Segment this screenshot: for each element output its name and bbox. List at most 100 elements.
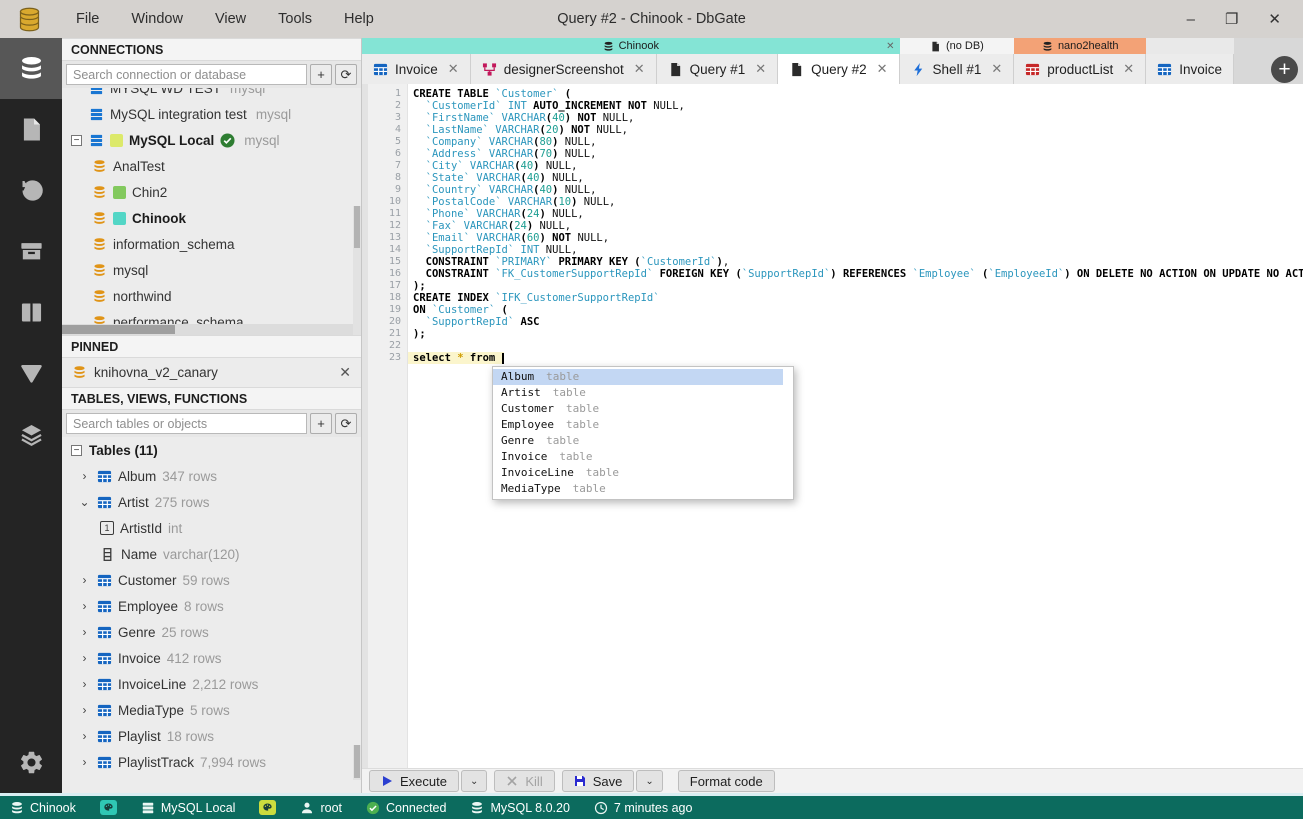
database-item[interactable]: information_schema bbox=[62, 231, 361, 257]
pinned-item[interactable]: knihovna_v2_canary ✕ bbox=[62, 358, 361, 387]
chevron-right-icon[interactable]: › bbox=[78, 651, 91, 665]
autocomplete-item[interactable]: Album table bbox=[493, 369, 783, 385]
table-node[interactable]: › MediaType 5 rows bbox=[62, 697, 361, 723]
database-item[interactable]: Chinook bbox=[62, 205, 361, 231]
statusbar-clock-item[interactable]: 7 minutes ago bbox=[594, 801, 692, 815]
connections-vertical-scrollbar[interactable] bbox=[353, 206, 361, 335]
add-table-button[interactable]: + bbox=[310, 413, 332, 434]
database-item[interactable]: AnalTest bbox=[62, 153, 361, 179]
connection-item[interactable]: − MySQL Local mysql bbox=[62, 127, 361, 153]
iconbar-settings-icon[interactable] bbox=[0, 732, 62, 793]
code-line[interactable]: 8 `State` VARCHAR(40) NULL, bbox=[368, 172, 1303, 184]
connections-search-input[interactable] bbox=[66, 64, 307, 85]
table-node[interactable]: › Customer 59 rows bbox=[62, 567, 361, 593]
code-line[interactable]: 17); bbox=[368, 280, 1303, 292]
maximize-button[interactable]: ❐ bbox=[1225, 12, 1238, 27]
iconbar-filter-icon[interactable] bbox=[0, 343, 62, 404]
tab-productlist[interactable]: productList ✕ bbox=[1014, 54, 1147, 84]
code-line[interactable]: 1 CREATE TABLE `Customer` ( bbox=[368, 88, 1303, 100]
column-node[interactable]: 1 ArtistId int bbox=[62, 515, 361, 541]
code-line[interactable]: 7 `City` VARCHAR(40) NULL, bbox=[368, 160, 1303, 172]
connections-horizontal-scrollbar[interactable] bbox=[62, 324, 353, 335]
menu-view[interactable]: View bbox=[202, 7, 259, 31]
statusbar-database-item[interactable]: Chinook bbox=[10, 801, 76, 815]
database-item[interactable]: northwind bbox=[62, 283, 361, 309]
database-item[interactable]: Chin2 bbox=[62, 179, 361, 205]
tab-group-header[interactable]: Chinook ✕ bbox=[362, 38, 900, 54]
execute-button[interactable]: Execute bbox=[369, 770, 459, 792]
chevron-right-icon[interactable]: › bbox=[78, 573, 91, 587]
code-line[interactable]: 15 CONSTRAINT `PRIMARY` PRIMARY KEY (`Cu… bbox=[368, 256, 1303, 268]
column-node[interactable]: Name varchar(120) bbox=[62, 541, 361, 567]
connection-item[interactable]: MySQL integration test mysql bbox=[62, 101, 361, 127]
menu-tools[interactable]: Tools bbox=[265, 7, 325, 31]
code-line[interactable]: 16 CONSTRAINT `FK_CustomerSupportRepId` … bbox=[368, 268, 1303, 280]
sql-editor[interactable]: 1 CREATE TABLE `Customer` (2 `CustomerId`… bbox=[368, 84, 1303, 768]
tab-designerscreenshot[interactable]: designerScreenshot ✕ bbox=[470, 54, 657, 84]
iconbar-history-icon[interactable] bbox=[0, 160, 62, 221]
code-line[interactable]: 13 `Email` VARCHAR(60) NOT NULL, bbox=[368, 232, 1303, 244]
close-group-icon[interactable]: ✕ bbox=[886, 41, 894, 52]
database-item[interactable]: mysql bbox=[62, 257, 361, 283]
close-button[interactable]: ✕ bbox=[1268, 12, 1281, 27]
iconbar-book-icon[interactable] bbox=[0, 282, 62, 343]
execute-dropdown-button[interactable]: ⌄ bbox=[460, 770, 488, 792]
table-node[interactable]: › Invoice 412 rows bbox=[62, 645, 361, 671]
code-line[interactable]: 3 `FirstName` VARCHAR(40) NOT NULL, bbox=[368, 112, 1303, 124]
refresh-tables-button[interactable]: ⟳ bbox=[335, 413, 357, 434]
iconbar-database-icon[interactable] bbox=[0, 38, 62, 99]
autocomplete-item[interactable]: MediaType table bbox=[493, 481, 783, 497]
iconbar-archive-icon[interactable] bbox=[0, 221, 62, 282]
table-node[interactable]: › PlaylistTrack 7,994 rows bbox=[62, 749, 361, 775]
tab-query-1[interactable]: Query #1 ✕ bbox=[656, 54, 779, 84]
tables-vertical-scrollbar[interactable] bbox=[353, 745, 361, 780]
table-node[interactable]: ⌄ Artist 275 rows bbox=[62, 489, 361, 515]
tab-invoice[interactable]: Invoice bbox=[1146, 54, 1234, 84]
code-line[interactable]: 18 CREATE INDEX `IFK_CustomerSupportRepId… bbox=[368, 292, 1303, 304]
code-line[interactable]: 6 `Address` VARCHAR(70) NULL, bbox=[368, 148, 1303, 160]
format-code-button[interactable]: Format code bbox=[677, 770, 775, 792]
refresh-connections-button[interactable]: ⟳ bbox=[335, 64, 357, 85]
statusbar-user-item[interactable]: root bbox=[300, 801, 342, 815]
autocomplete-item[interactable]: InvoiceLine table bbox=[493, 465, 783, 481]
chevron-right-icon[interactable]: › bbox=[78, 599, 91, 613]
close-tab-icon[interactable]: ✕ bbox=[448, 61, 459, 77]
table-node[interactable]: › Album 347 rows bbox=[62, 463, 361, 489]
chevron-right-icon[interactable]: › bbox=[78, 469, 91, 483]
close-tab-icon[interactable]: ✕ bbox=[877, 61, 888, 77]
tab-group-header[interactable]: nano2health bbox=[1014, 38, 1147, 54]
statusbar-check-item[interactable]: Connected bbox=[366, 801, 446, 815]
close-tab-icon[interactable]: ✕ bbox=[755, 61, 766, 77]
code-line[interactable]: 20 `SupportRepId` ASC bbox=[368, 316, 1303, 328]
table-node[interactable]: › Genre 25 rows bbox=[62, 619, 361, 645]
chevron-down-icon[interactable]: ⌄ bbox=[78, 495, 91, 509]
save-button[interactable]: Save bbox=[561, 770, 635, 792]
autocomplete-item[interactable]: Customer table bbox=[493, 401, 783, 417]
code-line[interactable]: 5 `Company` VARCHAR(80) NULL, bbox=[368, 136, 1303, 148]
new-tab-button[interactable]: + bbox=[1271, 56, 1298, 83]
autocomplete-item[interactable]: Artist table bbox=[493, 385, 783, 401]
chevron-right-icon[interactable]: › bbox=[78, 677, 91, 691]
minimize-button[interactable]: – bbox=[1187, 12, 1195, 27]
code-line[interactable]: 23 select * from bbox=[368, 352, 1303, 364]
autocomplete-item[interactable]: Genre table bbox=[493, 433, 783, 449]
table-node[interactable]: › Employee 8 rows bbox=[62, 593, 361, 619]
iconbar-file-icon[interactable] bbox=[0, 99, 62, 160]
menu-window[interactable]: Window bbox=[118, 7, 196, 31]
code-line[interactable]: 12 `Fax` VARCHAR(24) NULL, bbox=[368, 220, 1303, 232]
add-connection-button[interactable]: + bbox=[310, 64, 332, 85]
save-dropdown-button[interactable]: ⌄ bbox=[636, 770, 663, 792]
chevron-right-icon[interactable]: › bbox=[78, 703, 91, 717]
statusbar-palette-swatch[interactable] bbox=[99, 800, 117, 815]
autocomplete-item[interactable]: Employee table bbox=[493, 417, 783, 433]
statusbar-palette-swatch[interactable] bbox=[259, 800, 277, 815]
tab-group-header[interactable]: (no DB) bbox=[899, 38, 1015, 54]
menu-help[interactable]: Help bbox=[331, 7, 387, 31]
close-tab-icon[interactable]: ✕ bbox=[1123, 61, 1134, 77]
tab-query-2[interactable]: Query #2 ✕ bbox=[778, 54, 900, 84]
code-line[interactable]: 21); bbox=[368, 328, 1303, 340]
code-line[interactable]: 2 `CustomerId` INT AUTO_INCREMENT NOT NU… bbox=[368, 100, 1303, 112]
code-line[interactable]: 11 `Phone` VARCHAR(24) NULL, bbox=[368, 208, 1303, 220]
statusbar-database-item[interactable]: MySQL 8.0.20 bbox=[470, 801, 570, 815]
tab-group-header[interactable] bbox=[1146, 38, 1234, 54]
